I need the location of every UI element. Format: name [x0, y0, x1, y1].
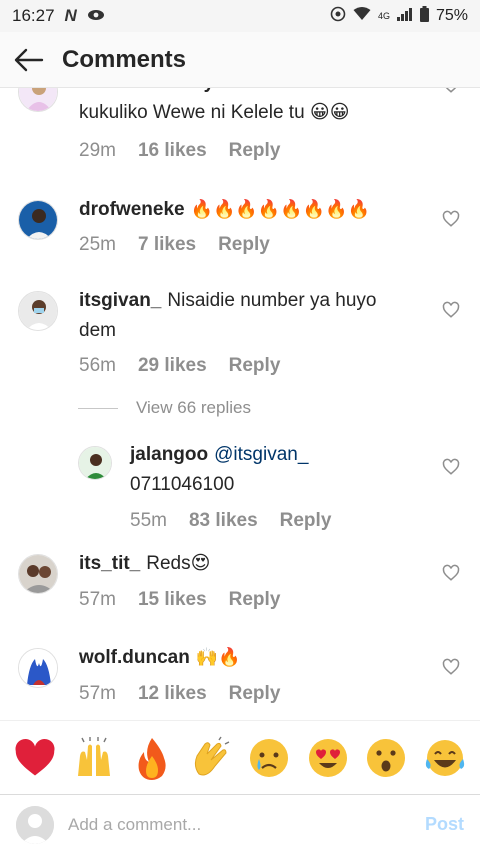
- reply-button[interactable]: Reply: [218, 234, 270, 256]
- current-user-avatar: [16, 805, 54, 844]
- status-time: 16:27: [12, 6, 55, 25]
- comment-input[interactable]: [68, 814, 415, 835]
- like-heart-icon[interactable]: [442, 658, 460, 676]
- raising-hands-icon: [77, 736, 110, 776]
- avatar[interactable]: [18, 88, 58, 112]
- comment-time: 56m: [79, 355, 116, 376]
- avatar[interactable]: [78, 446, 112, 480]
- comment-username[interactable]: jalangoo: [130, 444, 208, 465]
- likes-count[interactable]: 7 likes: [138, 234, 196, 256]
- comment-username[interactable]: itsgivan_: [79, 290, 161, 311]
- comment-composer: Post: [0, 794, 480, 854]
- avatar[interactable]: [18, 200, 58, 240]
- comment-text: 🔥🔥🔥🔥🔥🔥🔥🔥: [190, 199, 370, 220]
- network-type: 4G: [377, 11, 390, 21]
- status-bar: 16:27 N 4G 75%: [0, 0, 480, 32]
- emoji-raising-hands-button[interactable]: [71, 735, 117, 781]
- like-heart-icon[interactable]: [442, 301, 460, 319]
- avatar[interactable]: [18, 554, 58, 594]
- comment-username[interactable]: its_tit_: [79, 553, 140, 574]
- comment-text: 0711046100: [130, 474, 235, 495]
- like-heart-icon[interactable]: [442, 564, 460, 582]
- emoji-heart-button[interactable]: [12, 735, 58, 781]
- tears-of-joy-icon: [425, 739, 464, 776]
- comment-text: 🙌🔥: [195, 647, 241, 668]
- avatar[interactable]: [18, 648, 58, 688]
- clapping-hands-icon: [194, 736, 230, 775]
- sync-icon: [330, 6, 346, 26]
- arrow-left-icon: [14, 48, 44, 71]
- signal-icon: [396, 7, 413, 25]
- like-heart-icon[interactable]: [442, 210, 460, 228]
- comment-text: chriskirwa Huyu ni memeee mazuri: [79, 88, 419, 98]
- battery-level: 75%: [435, 7, 468, 24]
- surprised-face-icon: [367, 738, 406, 777]
- page-title: Comments: [62, 45, 187, 73]
- header: Comments: [0, 32, 480, 88]
- emoji-surprised-button[interactable]: [363, 735, 409, 781]
- like-heart-icon[interactable]: [442, 88, 460, 94]
- fire-icon: [138, 737, 166, 780]
- comment-list[interactable]: chriskirwa Huyu ni memeee mazuri kukulik…: [0, 88, 480, 720]
- like-heart-icon[interactable]: [442, 458, 460, 476]
- comment-text-line2: kukuliko Wewe ni Kelele tu 😀😀: [79, 102, 350, 123]
- eye-icon: [87, 8, 105, 25]
- comment-text: Nisaidie number ya huyo: [167, 290, 377, 311]
- likes-count[interactable]: 83 likes: [189, 510, 258, 532]
- emoji-clapping-button[interactable]: [188, 735, 234, 781]
- comment-time: 57m: [79, 683, 116, 704]
- reply-button[interactable]: Reply: [229, 589, 281, 611]
- likes-count[interactable]: 15 likes: [138, 589, 207, 611]
- comment-time: 25m: [79, 234, 116, 255]
- comment-time: 57m: [79, 589, 116, 610]
- crying-face-icon: [250, 738, 289, 777]
- battery-icon: [419, 6, 429, 26]
- emoji-bar: [0, 720, 480, 794]
- likes-count[interactable]: 12 likes: [138, 683, 207, 705]
- divider: [78, 407, 118, 409]
- heart-eyes-icon: [308, 738, 347, 777]
- post-button[interactable]: Post: [425, 814, 464, 835]
- red-heart-icon: [15, 738, 55, 775]
- likes-count[interactable]: 29 likes: [138, 355, 207, 377]
- emoji-tears-of-joy-button[interactable]: [422, 735, 468, 781]
- reply-button[interactable]: Reply: [280, 510, 332, 532]
- comment-time: 29m: [79, 140, 116, 161]
- comment-text: Reds😍: [146, 553, 211, 574]
- mention-link[interactable]: @itsgivan_: [214, 444, 308, 465]
- comment-username[interactable]: wolf.duncan: [79, 647, 190, 668]
- view-replies-label: View 66 replies: [136, 398, 251, 417]
- avatar[interactable]: [18, 291, 58, 331]
- emoji-heart-eyes-button[interactable]: [305, 735, 351, 781]
- reply-button[interactable]: Reply: [229, 683, 281, 705]
- view-replies-button[interactable]: View 66 replies: [78, 398, 251, 418]
- wifi-icon: [353, 7, 371, 25]
- emoji-fire-button[interactable]: [129, 735, 175, 781]
- comment-username[interactable]: drofweneke: [79, 199, 185, 220]
- emoji-crying-button[interactable]: [246, 735, 292, 781]
- back-button[interactable]: [0, 32, 58, 88]
- comment-time: 55m: [130, 510, 167, 531]
- reply-button[interactable]: Reply: [229, 355, 281, 377]
- likes-count[interactable]: 16 likes: [138, 140, 207, 162]
- comment-text-line2: dem: [79, 320, 116, 341]
- reply-button[interactable]: Reply: [229, 140, 281, 162]
- netflix-n-icon: N: [64, 6, 77, 25]
